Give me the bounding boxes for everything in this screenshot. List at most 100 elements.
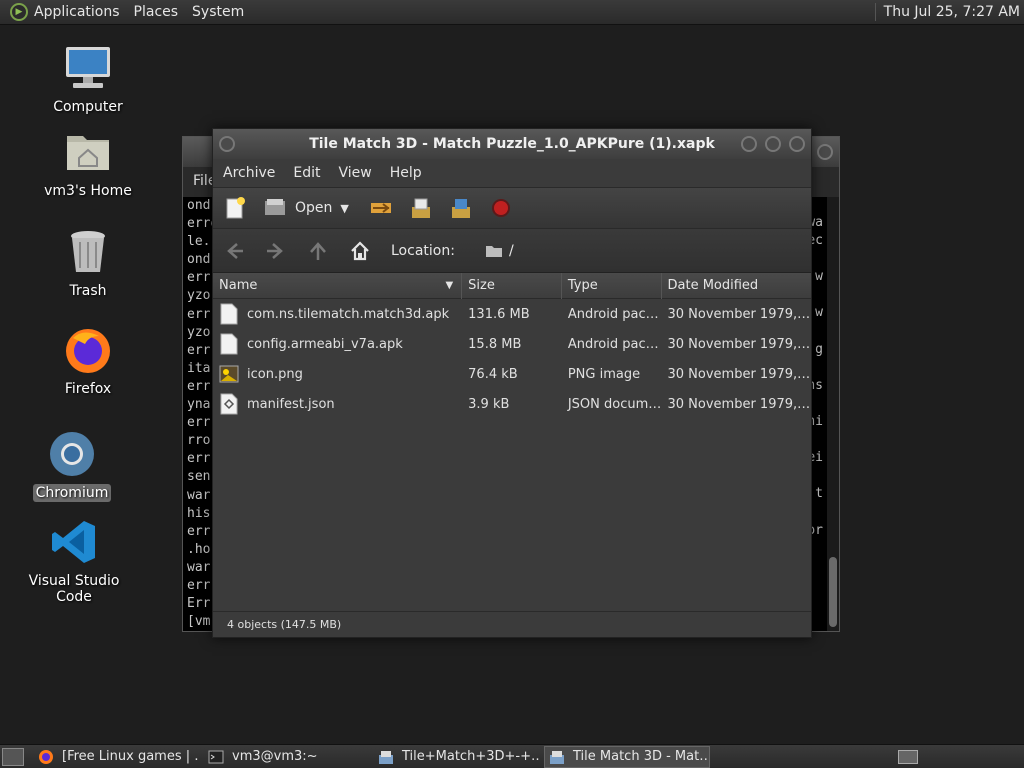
home-icon[interactable]	[349, 240, 371, 262]
show-desktop-icon[interactable]	[2, 747, 24, 766]
file-row[interactable]: icon.png 76.4 kB PNG image 30 November 1…	[213, 359, 811, 389]
file-size: 15.8 MB	[468, 336, 522, 352]
add-files-icon[interactable]	[409, 197, 433, 219]
location-path[interactable]: /	[509, 243, 514, 259]
add-folder-icon[interactable]	[449, 197, 473, 219]
desktop-icon-label: Visual Studio Code	[28, 573, 120, 605]
desktop-icon-label: Trash	[69, 283, 107, 299]
task-archive-1[interactable]: Tile+Match+3D+-+…	[374, 746, 540, 768]
archive-toolbar: Open ▼	[213, 187, 811, 229]
window-title: Tile Match 3D - Match Puzzle_1.0_APKPure…	[309, 136, 715, 152]
status-bar: 4 objects (147.5 MB)	[213, 611, 811, 637]
file-size: 76.4 kB	[468, 366, 518, 382]
minimize-icon[interactable]	[741, 136, 757, 152]
panel-separator	[874, 3, 876, 21]
file-date: 30 November 1979, …	[667, 366, 812, 382]
window-menu-icon[interactable]	[219, 136, 235, 152]
file-row[interactable]: config.armeabi_v7a.apk 15.8 MB Android p…	[213, 329, 811, 359]
menu-view[interactable]: View	[339, 165, 372, 181]
file-icon	[220, 303, 238, 325]
terminal-scrollbar[interactable]	[827, 197, 839, 631]
home-folder-icon	[67, 136, 109, 170]
file-date: 30 November 1979, …	[667, 306, 812, 322]
menu-help[interactable]: Help	[390, 165, 422, 181]
file-type: PNG image	[567, 366, 641, 382]
desktop-icon-firefox[interactable]: Firefox	[28, 326, 148, 398]
file-name: config.armeabi_v7a.apk	[247, 336, 403, 352]
file-size: 3.9 kB	[468, 396, 510, 412]
menu-system[interactable]: System	[192, 4, 244, 20]
column-header-date[interactable]: Date Modified	[662, 273, 812, 299]
column-header-type[interactable]: Type	[562, 272, 662, 299]
desktop-icon-home[interactable]: vm3's Home	[28, 128, 148, 200]
archive-manager-window[interactable]: Tile Match 3D - Match Puzzle_1.0_APKPure…	[212, 128, 812, 638]
file-row[interactable]: manifest.json 3.9 kB JSON docum… 30 Nove…	[213, 389, 811, 419]
close-icon[interactable]	[817, 144, 833, 160]
scrollbar-thumb[interactable]	[829, 557, 837, 627]
column-header-name[interactable]: Name ▼	[213, 272, 463, 299]
desktop-icon-trash[interactable]: Trash	[28, 228, 148, 300]
file-row[interactable]: com.ns.tilematch.match3d.apk 131.6 MB An…	[213, 299, 811, 329]
task-firefox[interactable]: [Free Linux games | …	[34, 746, 200, 768]
stop-icon[interactable]	[489, 197, 513, 219]
column-name-label: Name	[219, 277, 258, 293]
file-type: JSON docum…	[567, 396, 662, 412]
task-label: vm3@vm3:~	[232, 749, 318, 764]
file-list-header: Name ▼ Size Type Date Modified	[213, 272, 812, 299]
file-name: icon.png	[247, 366, 303, 382]
file-icon	[220, 333, 238, 355]
open-archive-icon[interactable]	[263, 197, 287, 219]
chromium-icon	[50, 432, 94, 476]
sort-descending-icon: ▼	[445, 279, 454, 291]
task-label: [Free Linux games | …	[62, 749, 200, 764]
forward-icon[interactable]	[265, 240, 287, 262]
archive-titlebar[interactable]: Tile Match 3D - Match Puzzle_1.0_APKPure…	[213, 129, 811, 159]
distro-logo-icon[interactable]: ▶	[10, 3, 28, 21]
menu-places[interactable]: Places	[134, 4, 179, 20]
task-label: Tile+Match+3D+-+…	[402, 749, 540, 764]
location-label: Location:	[391, 242, 455, 259]
task-label: Tile Match 3D - Mat…	[573, 749, 710, 764]
menu-edit[interactable]: Edit	[293, 165, 320, 181]
task-terminal[interactable]: vm3@vm3:~	[204, 746, 370, 768]
desktop-icon-chromium[interactable]: Chromium	[12, 430, 132, 502]
terminal-window-buttons	[817, 144, 833, 160]
computer-icon	[66, 47, 110, 88]
top-panel: ▶ Applications Places System Thu Jul 25,…	[0, 0, 1024, 25]
file-type: Android pac…	[567, 336, 659, 352]
folder-icon	[485, 245, 502, 257]
desktop-icon-computer[interactable]: Computer	[28, 44, 148, 116]
workspace-switcher[interactable]	[898, 749, 918, 764]
desktop-icon-label: vm3's Home	[44, 183, 132, 199]
open-button[interactable]: Open	[295, 200, 332, 216]
file-type: Android pac…	[567, 306, 659, 322]
maximize-icon[interactable]	[765, 136, 781, 152]
column-header-size[interactable]: Size	[462, 272, 562, 299]
window-buttons	[741, 136, 805, 152]
close-icon[interactable]	[789, 136, 805, 152]
back-icon[interactable]	[223, 240, 245, 262]
firefox-icon	[39, 749, 53, 764]
extract-icon[interactable]	[369, 197, 393, 219]
open-dropdown-icon[interactable]: ▼	[340, 202, 348, 215]
desktop-icon-label: Firefox	[64, 381, 112, 397]
up-icon[interactable]	[307, 240, 329, 262]
task-archive-2[interactable]: Tile Match 3D - Mat…	[544, 745, 710, 768]
file-date: 30 November 1979, …	[667, 396, 812, 412]
clock[interactable]: Thu Jul 25, 7:27 AM	[884, 4, 1020, 20]
bottom-taskbar: [Free Linux games | … vm3@vm3:~ Tile+Mat…	[0, 744, 1024, 768]
archive-icon	[550, 750, 564, 764]
file-list: com.ns.tilematch.match3d.apk 131.6 MB An…	[213, 299, 811, 609]
file-size: 131.6 MB	[468, 306, 530, 322]
image-icon	[219, 365, 239, 383]
desktop-icon-vscode[interactable]: Visual Studio Code	[14, 518, 134, 606]
menu-applications[interactable]: Applications	[34, 4, 120, 20]
desktop-icon-label: Computer	[53, 99, 123, 115]
firefox-icon	[66, 329, 110, 373]
new-archive-icon[interactable]	[223, 197, 247, 219]
json-icon	[220, 393, 238, 415]
menu-archive[interactable]: Archive	[223, 165, 275, 181]
file-name: manifest.json	[247, 396, 335, 412]
file-date: 30 November 1979, …	[667, 336, 812, 352]
location-bar: Location: /	[213, 229, 811, 273]
